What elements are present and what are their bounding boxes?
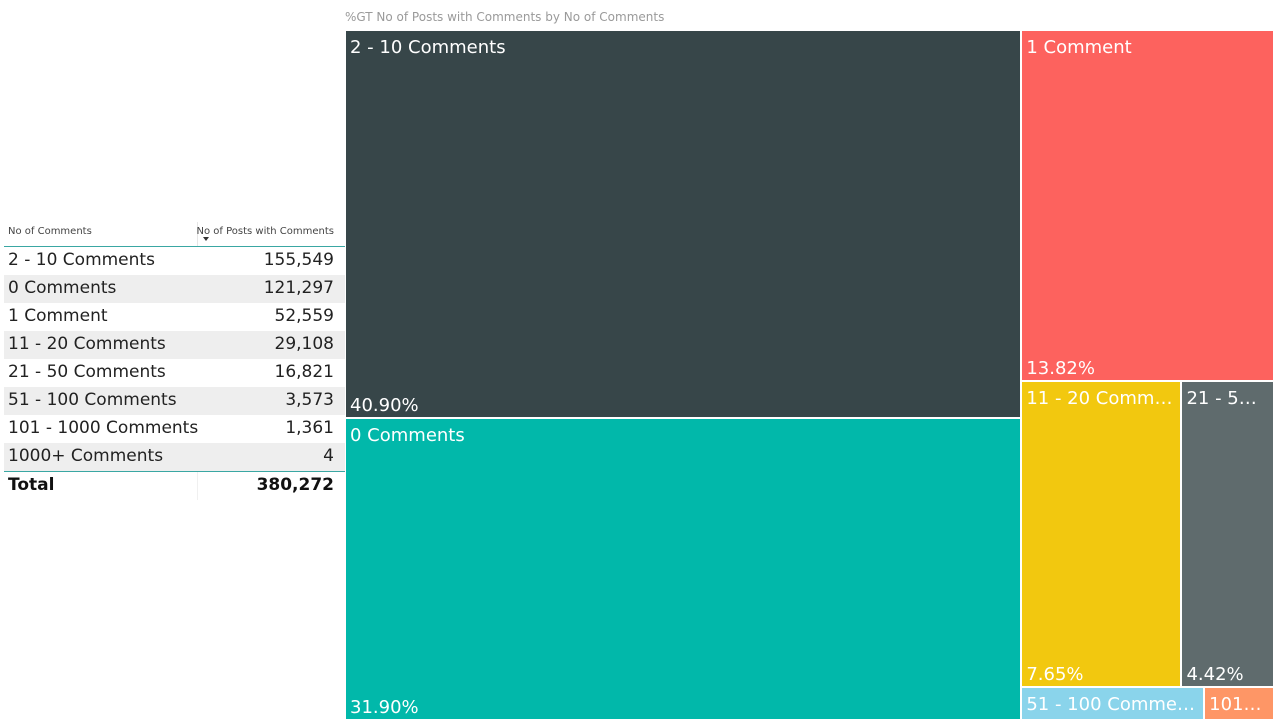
treemap-tile-percent: 31.90% <box>350 696 419 718</box>
column-header-no-of-comments[interactable]: No of Comments <box>8 226 92 237</box>
treemap-tile-percent: 7.65% <box>1026 664 1084 686</box>
table-cell-category: 21 - 50 Comments <box>8 362 166 382</box>
total-label: Total <box>8 475 55 495</box>
table-cell-category: 51 - 100 Comments <box>8 390 177 410</box>
treemap-tile[interactable]: 51 - 100 Comments <box>1021 687 1205 720</box>
table-cell-value: 52,559 <box>274 306 334 326</box>
treemap-tile-label: 0 Comments <box>350 424 465 446</box>
treemap-tile[interactable]: 21 - 50 ... 4.42% <box>1181 380 1274 688</box>
total-value: 380,272 <box>256 475 334 495</box>
treemap-tile-percent: 13.82% <box>1026 357 1095 379</box>
table-cell-category: 1 Comment <box>8 306 108 326</box>
table-cell-value: 155,549 <box>263 250 334 270</box>
table-cell-value: 29,108 <box>274 334 334 354</box>
treemap-tile-percent: 4.42% <box>1186 664 1244 686</box>
table-cell-value: 4 <box>323 446 334 466</box>
table-cell-category: 11 - 20 Comments <box>8 334 166 354</box>
table-cell-category: 0 Comments <box>8 278 117 298</box>
table-cell-value: 121,297 <box>263 278 334 298</box>
table-cell-value: 1,361 <box>285 418 334 438</box>
column-header-no-of-posts[interactable]: No of Posts with Comments <box>196 226 334 237</box>
table-cell-value: 3,573 <box>285 390 334 410</box>
table-cell-category: 1000+ Comments <box>8 446 164 466</box>
table-cell-category: 101 - 1000 Comments <box>8 418 199 438</box>
table-row[interactable]: 1000+ Comments 4 <box>4 443 346 471</box>
treemap-tile[interactable]: 1 Comment 13.82% <box>1021 30 1274 381</box>
treemap-tile-percent: 40.90% <box>350 394 419 416</box>
column-separator <box>197 472 198 500</box>
chart-title: %GT No of Posts with Comments by No of C… <box>345 10 665 24</box>
table-row[interactable]: 51 - 100 Comments 3,573 <box>4 387 346 415</box>
table-row[interactable]: 2 - 10 Comments 155,549 <box>4 247 346 275</box>
table-row[interactable]: 1 Comment 52,559 <box>4 303 346 331</box>
table-cell-category: 2 - 10 Comments <box>8 250 155 270</box>
comments-table: No of Comments No of Posts with Comments… <box>4 222 346 500</box>
report-canvas: No of Comments No of Posts with Comments… <box>0 0 1280 724</box>
treemap-tile-label: 101 -... <box>1209 694 1267 716</box>
treemap-tile-label: 11 - 20 Comme... <box>1026 387 1175 409</box>
treemap-tile[interactable]: 11 - 20 Comme... 7.65% <box>1021 380 1182 688</box>
sort-descending-icon[interactable] <box>203 237 209 241</box>
treemap-tile-label: 51 - 100 Comments <box>1026 694 1198 716</box>
table-row[interactable]: 21 - 50 Comments 16,821 <box>4 359 346 387</box>
treemap-tile-label: 2 - 10 Comments <box>350 37 506 58</box>
table-total-row: Total 380,272 <box>4 471 346 500</box>
table-row[interactable]: 101 - 1000 Comments 1,361 <box>4 415 346 443</box>
table-row[interactable]: 11 - 20 Comments 29,108 <box>4 331 346 359</box>
table-cell-value: 16,821 <box>274 362 334 382</box>
treemap-tile[interactable]: 2 - 10 Comments 40.90% <box>345 30 1022 418</box>
treemap-tile-label: 21 - 50 ... <box>1186 387 1267 409</box>
table-header: No of Comments No of Posts with Comments <box>4 222 346 247</box>
treemap-tile-label: 1 Comment <box>1026 37 1132 58</box>
treemap-tile[interactable]: 0 Comments 31.90% <box>345 417 1022 720</box>
treemap-tile[interactable]: 101 -... <box>1204 687 1274 720</box>
table-row[interactable]: 0 Comments 121,297 <box>4 275 346 303</box>
treemap-chart: 2 - 10 Comments 40.90% 0 Comments 31.90% 1 C… <box>345 30 1274 720</box>
